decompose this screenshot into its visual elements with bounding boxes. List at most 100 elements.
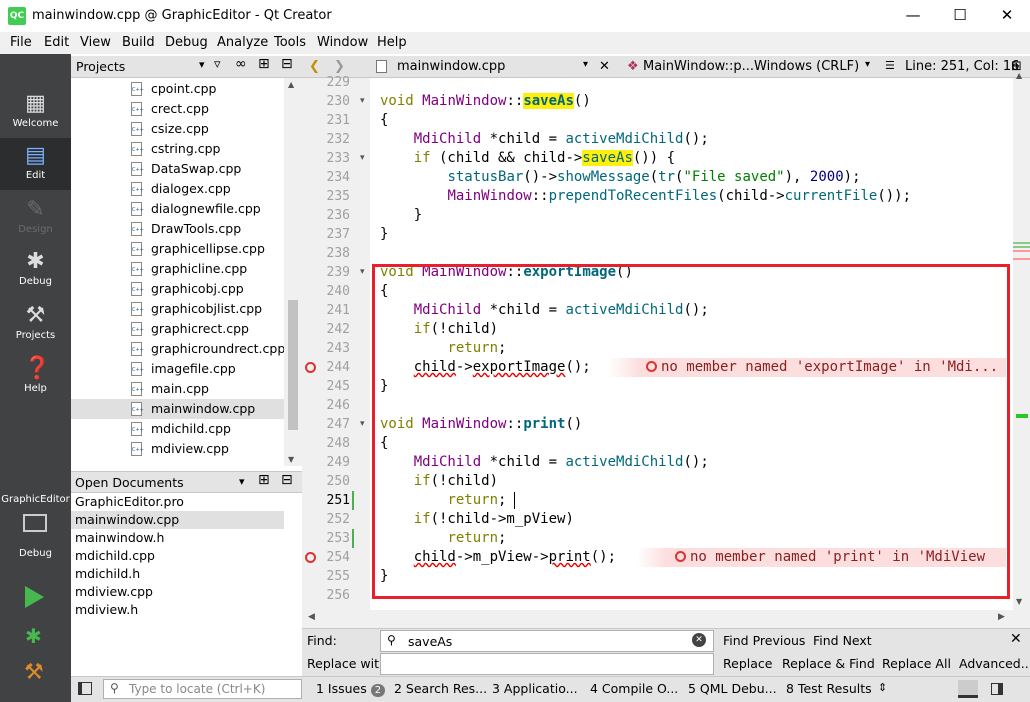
mode-help[interactable]: ❓ Help: [0, 351, 71, 403]
scroll-left-icon[interactable]: ◀: [308, 612, 315, 622]
scroll-down-icon[interactable]: ▼: [1016, 597, 1022, 606]
replace-all-button[interactable]: Replace All: [882, 656, 951, 671]
close-document-icon[interactable]: ✕: [599, 59, 610, 74]
scroll-up-icon[interactable]: ▲: [1016, 71, 1022, 80]
split-icon[interactable]: ⊞: [258, 472, 270, 488]
locator-input[interactable]: ⚲ Type to locate (Ctrl+K): [103, 679, 302, 699]
chevron-down-icon[interactable]: ▾: [199, 58, 205, 71]
error-marker-icon[interactable]: [305, 552, 316, 563]
project-file-item[interactable]: C++ mdichild.cpp: [71, 419, 284, 439]
split-icon[interactable]: ☰: [885, 59, 895, 72]
output-pane-application[interactable]: 3 Applicatio...: [492, 681, 578, 696]
code-line[interactable]: void MainWindow::saveAs(): [380, 92, 591, 111]
filter-icon[interactable]: ▿: [214, 57, 221, 72]
project-file-item[interactable]: C++ main.cpp: [71, 379, 284, 399]
code-line[interactable]: MainWindow::prependToRecentFiles(child->…: [380, 187, 911, 206]
project-file-item[interactable]: C++ csize.cpp: [71, 119, 284, 139]
menu-debug[interactable]: Debug: [165, 35, 208, 50]
error-marker-icon[interactable]: [305, 362, 316, 373]
open-document-item[interactable]: mdichild.cpp: [71, 547, 284, 565]
fold-icon[interactable]: ▾: [360, 153, 365, 163]
project-file-item[interactable]: C++ graphicroundrect.cpp: [71, 339, 285, 359]
mode-debug[interactable]: ✱ Debug: [0, 244, 71, 296]
mode-projects[interactable]: ⚒ Projects: [0, 298, 71, 350]
open-document-item[interactable]: mdiview.cpp: [71, 583, 284, 601]
output-pane-search-results[interactable]: 2 Search Res...: [394, 681, 487, 696]
project-file-item[interactable]: C++ DataSwap.cpp: [71, 159, 284, 179]
project-file-item[interactable]: C++ crect.cpp: [71, 99, 284, 119]
menu-window[interactable]: Window: [317, 35, 368, 50]
back-icon[interactable]: ❮: [309, 59, 320, 74]
link-icon[interactable]: ∞: [235, 56, 247, 72]
project-file-item[interactable]: C++ cstring.cpp: [71, 139, 284, 159]
cursor-position[interactable]: Line: 251, Col: 16: [905, 59, 1019, 74]
open-document-item[interactable]: mainwindow.h: [71, 529, 284, 547]
document-selector[interactable]: mainwindow.cpp: [397, 59, 505, 74]
scroll-down-icon[interactable]: ▼: [288, 455, 294, 464]
fold-icon[interactable]: ▾: [360, 419, 365, 429]
scroll-thumb[interactable]: [288, 300, 298, 430]
code-line[interactable]: MdiChild *child = activeMdiChild();: [380, 130, 709, 149]
chevron-down-icon[interactable]: ▾: [865, 59, 870, 70]
mode-welcome[interactable]: ▦ Welcome: [0, 86, 71, 138]
project-file-item[interactable]: C++ mdiview.cpp: [71, 439, 284, 459]
chevron-down-icon[interactable]: ▾: [239, 475, 245, 488]
project-file-item[interactable]: C++ imagefile.cpp: [71, 359, 284, 379]
code-line[interactable]: }: [380, 225, 388, 244]
debug-run-icon[interactable]: ✱: [25, 624, 42, 648]
kit-selector[interactable]: GraphicEditor Debug: [0, 490, 71, 576]
mode-edit[interactable]: ▤ Edit: [0, 138, 71, 190]
open-document-item[interactable]: GraphicEditor.pro: [71, 493, 284, 511]
output-pane-test-results[interactable]: 8 Test Results: [786, 681, 872, 696]
open-document-item[interactable]: mdiview.h: [71, 601, 284, 619]
chevron-down-icon[interactable]: ▾: [583, 59, 588, 70]
line-ending-selector[interactable]: Windows (CRLF): [754, 59, 859, 74]
menu-view[interactable]: View: [80, 35, 111, 50]
project-file-item[interactable]: C++ dialognewfile.cpp: [71, 199, 284, 219]
code-line[interactable]: }: [380, 206, 422, 225]
editor-scrollbar[interactable]: ▲ ▼: [1013, 71, 1030, 610]
replace-input[interactable]: [380, 653, 714, 675]
find-next-button[interactable]: Find Next: [813, 633, 872, 648]
advanced-button[interactable]: Advanced...: [959, 656, 1030, 671]
project-file-item[interactable]: C++ graphicobjlist.cpp: [71, 299, 284, 319]
project-file-item[interactable]: C++ graphicline.cpp: [71, 259, 284, 279]
toggle-sidebar-icon[interactable]: [78, 682, 92, 695]
mode-design[interactable]: ✎ Design: [0, 192, 71, 244]
find-input[interactable]: ⚲ saveAs ✕: [380, 630, 714, 652]
build-hammer-icon[interactable]: ⚒: [24, 660, 44, 685]
scroll-up-icon[interactable]: ▲: [288, 80, 294, 89]
menu-build[interactable]: Build: [122, 35, 155, 50]
close-pane-icon[interactable]: ⊟: [281, 56, 293, 72]
code-line[interactable]: {: [380, 111, 388, 130]
toggle-right-sidebar-icon[interactable]: [991, 683, 1003, 695]
output-pane-toggle-icon[interactable]: [958, 680, 978, 698]
code-line[interactable]: if (child && child->saveAs()) {: [380, 149, 675, 168]
project-file-item[interactable]: C++ mainwindow.cpp: [71, 399, 284, 419]
open-document-item[interactable]: mainwindow.cpp: [71, 511, 284, 529]
replace-find-button[interactable]: Replace & Find: [782, 656, 875, 671]
menu-help[interactable]: Help: [377, 35, 407, 50]
project-file-item[interactable]: C++ cpoint.cpp: [71, 79, 284, 99]
scroll-right-icon[interactable]: ▶: [998, 612, 1005, 622]
project-file-item[interactable]: C++ graphicrect.cpp: [71, 319, 284, 339]
project-file-item[interactable]: C++ graphicellipse.cpp: [71, 239, 284, 259]
maximize-icon[interactable]: ☐: [937, 0, 983, 30]
close-icon[interactable]: ✕: [984, 0, 1030, 30]
replace-button[interactable]: Replace: [723, 656, 772, 671]
menu-analyze[interactable]: Analyze: [217, 35, 268, 50]
minimize-icon[interactable]: —: [890, 0, 936, 30]
editor-horizontal-scrollbar[interactable]: ◀ ▶: [302, 610, 1030, 628]
project-file-item[interactable]: C++ dialogex.cpp: [71, 179, 284, 199]
output-pane-qml-debugger[interactable]: 5 QML Debu...: [688, 681, 777, 696]
output-pane-compile-output[interactable]: 4 Compile O...: [590, 681, 678, 696]
code-line[interactable]: statusBar()->showMessage(tr("File saved"…: [380, 168, 860, 187]
close-pane-icon[interactable]: ⊟: [281, 472, 293, 488]
menu-tools[interactable]: Tools: [274, 35, 306, 50]
find-previous-button[interactable]: Find Previous: [723, 633, 805, 648]
split-icon[interactable]: ⊞: [258, 56, 270, 72]
open-document-item[interactable]: mdichild.h: [71, 565, 284, 583]
menu-file[interactable]: File: [10, 35, 32, 50]
output-pane-issues[interactable]: 1 Issues 2: [316, 681, 386, 697]
run-icon[interactable]: [25, 586, 44, 608]
